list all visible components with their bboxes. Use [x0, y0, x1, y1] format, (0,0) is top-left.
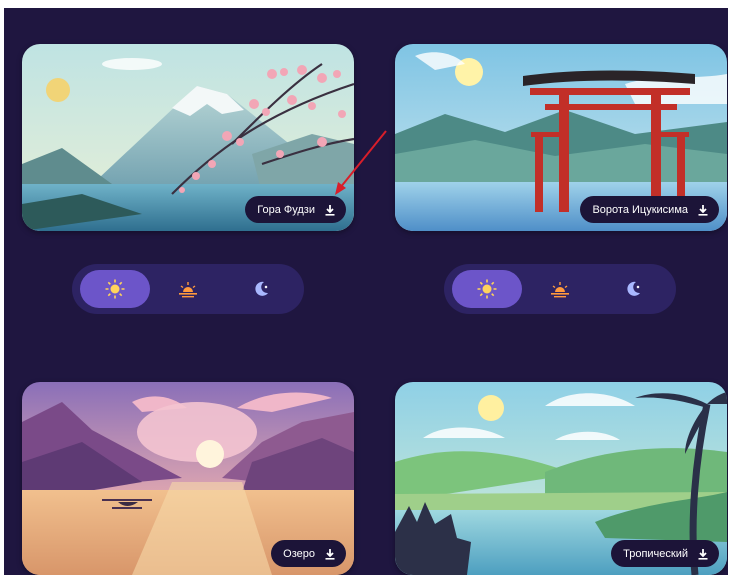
wallpaper-gallery: Гора Фудзи Ворота Ицукисима Озеро Тропич…: [4, 8, 728, 575]
sunset-option[interactable]: [525, 270, 595, 308]
sunset-icon: [179, 282, 197, 298]
card-title: Гора Фудзи: [257, 203, 315, 216]
card-title: Озеро: [283, 547, 315, 560]
wallpaper-card-tropical[interactable]: Тропический: [395, 382, 727, 575]
sunset-option[interactable]: [153, 270, 223, 308]
download-button[interactable]: Тропический: [611, 540, 719, 567]
day-option[interactable]: [80, 270, 150, 308]
download-icon: [325, 548, 335, 560]
download-button[interactable]: Ворота Ицукисима: [580, 196, 719, 223]
night-option[interactable]: [226, 270, 296, 308]
sunset-icon: [551, 282, 569, 298]
download-icon: [698, 548, 708, 560]
download-button[interactable]: Озеро: [271, 540, 346, 567]
day-option[interactable]: [452, 270, 522, 308]
download-icon: [698, 204, 708, 216]
sun-icon: [105, 279, 125, 299]
wallpaper-card-fuji[interactable]: Гора Фудзи: [22, 44, 354, 231]
sun-icon: [477, 279, 497, 299]
time-of-day-switch[interactable]: [72, 264, 304, 314]
wallpaper-card-itsukushima[interactable]: Ворота Ицукисима: [395, 44, 727, 231]
card-title: Тропический: [623, 547, 688, 560]
wallpaper-card-lake[interactable]: Озеро: [22, 382, 354, 575]
card-title: Ворота Ицукисима: [592, 203, 688, 216]
moon-icon: [627, 281, 640, 296]
download-button[interactable]: Гора Фудзи: [245, 196, 346, 223]
time-of-day-switch[interactable]: [444, 264, 676, 314]
download-icon: [325, 204, 335, 216]
moon-icon: [255, 281, 268, 296]
night-option[interactable]: [598, 270, 668, 308]
